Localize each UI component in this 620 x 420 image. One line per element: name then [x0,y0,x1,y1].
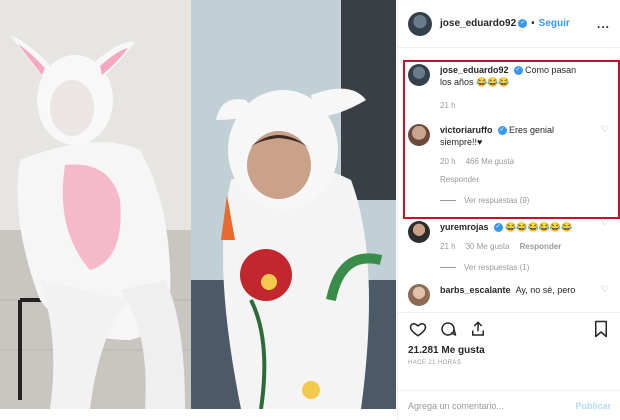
verified-icon: ✓ [497,126,507,136]
heart-icon[interactable]: ♡ [601,217,609,228]
comment-likes[interactable]: 466 Me gusta [466,156,514,168]
author-username[interactable]: jose_eduardo92 [440,18,516,29]
list-item: yuremrojas ✓ 😂😂😂😂😂😂 21 h 30 Me gusta Resp… [398,205,620,253]
photo-adult-bunny-costume [0,0,191,409]
share-icon[interactable] [468,319,488,339]
verified-icon: ✓ [493,223,503,233]
comment-text: 😂😂😂😂😂😂 [505,222,573,232]
reply-button[interactable]: Responder [520,241,562,253]
comment-time: 21 h [440,242,456,251]
post-timestamp: HACE 21 HORAS [408,360,462,366]
comment-username[interactable]: yuremrojas [440,222,489,232]
post-header: jose_eduardo92 ✓ • Seguir ... [398,0,620,48]
list-item: victoriaruffo ✓ Eres genial siempre!!♥ 20… [398,112,620,186]
add-comment-bar: Publicar [398,390,620,420]
comment-time: 21 h [440,101,456,110]
comment-username[interactable]: victoriaruffo [440,125,493,135]
comment-icon[interactable] [438,319,458,339]
verified-icon: ✓ [513,66,523,76]
follow-button[interactable]: Seguir [539,18,570,29]
list-item: barbs_escalante Ay, no sé, pero ♡ [398,272,620,306]
comment-username[interactable]: jose_eduardo92 [440,65,509,75]
comment-time: 20 h [440,157,456,166]
view-replies-label[interactable]: Ver respuestas (9) [464,196,529,205]
comments-panel: jose_eduardo92 ✓ • Seguir ... jose_eduar… [397,0,620,420]
comment-input[interactable] [408,400,576,411]
photo-child-bunny-costume [191,0,396,409]
heart-icon[interactable]: ♡ [601,284,609,295]
commenter-avatar[interactable] [408,64,430,86]
post-button[interactable]: Publicar [575,401,611,411]
heart-icon[interactable] [408,319,428,339]
likes-count[interactable]: 21.281 Me gusta [398,339,620,356]
bookmark-icon[interactable] [591,319,611,339]
comments-list[interactable]: jose_eduardo92 ✓ Como pasan los años 😂😂😂 … [398,54,620,312]
post-actions: 21.281 Me gusta HACE 21 HORAS Publicar [398,312,620,420]
commenter-avatar[interactable] [408,221,430,243]
separator-dot: • [531,18,535,29]
list-item: jose_eduardo92 ✓ Como pasan los años 😂😂😂 … [398,54,620,112]
commenter-avatar[interactable] [408,284,430,306]
view-replies-label[interactable]: Ver respuestas (1) [464,263,529,272]
view-replies[interactable]: Ver respuestas (1) [440,263,620,272]
more-options-icon[interactable]: ... [597,17,610,31]
comment-username[interactable]: barbs_escalante [440,285,511,295]
comment-text: Ay, no sé, pero [515,285,576,295]
replies-line [440,267,456,268]
post-media [0,0,396,420]
comment-likes[interactable]: 30 Me gusta [466,241,510,253]
verified-icon: ✓ [518,19,528,28]
commenter-avatar[interactable] [408,124,430,146]
author-avatar[interactable] [408,11,432,36]
view-replies[interactable]: Ver respuestas (9) [440,196,620,205]
reply-button[interactable]: Responder [440,174,479,186]
replies-line [440,200,456,201]
heart-icon[interactable]: ♡ [601,124,609,135]
